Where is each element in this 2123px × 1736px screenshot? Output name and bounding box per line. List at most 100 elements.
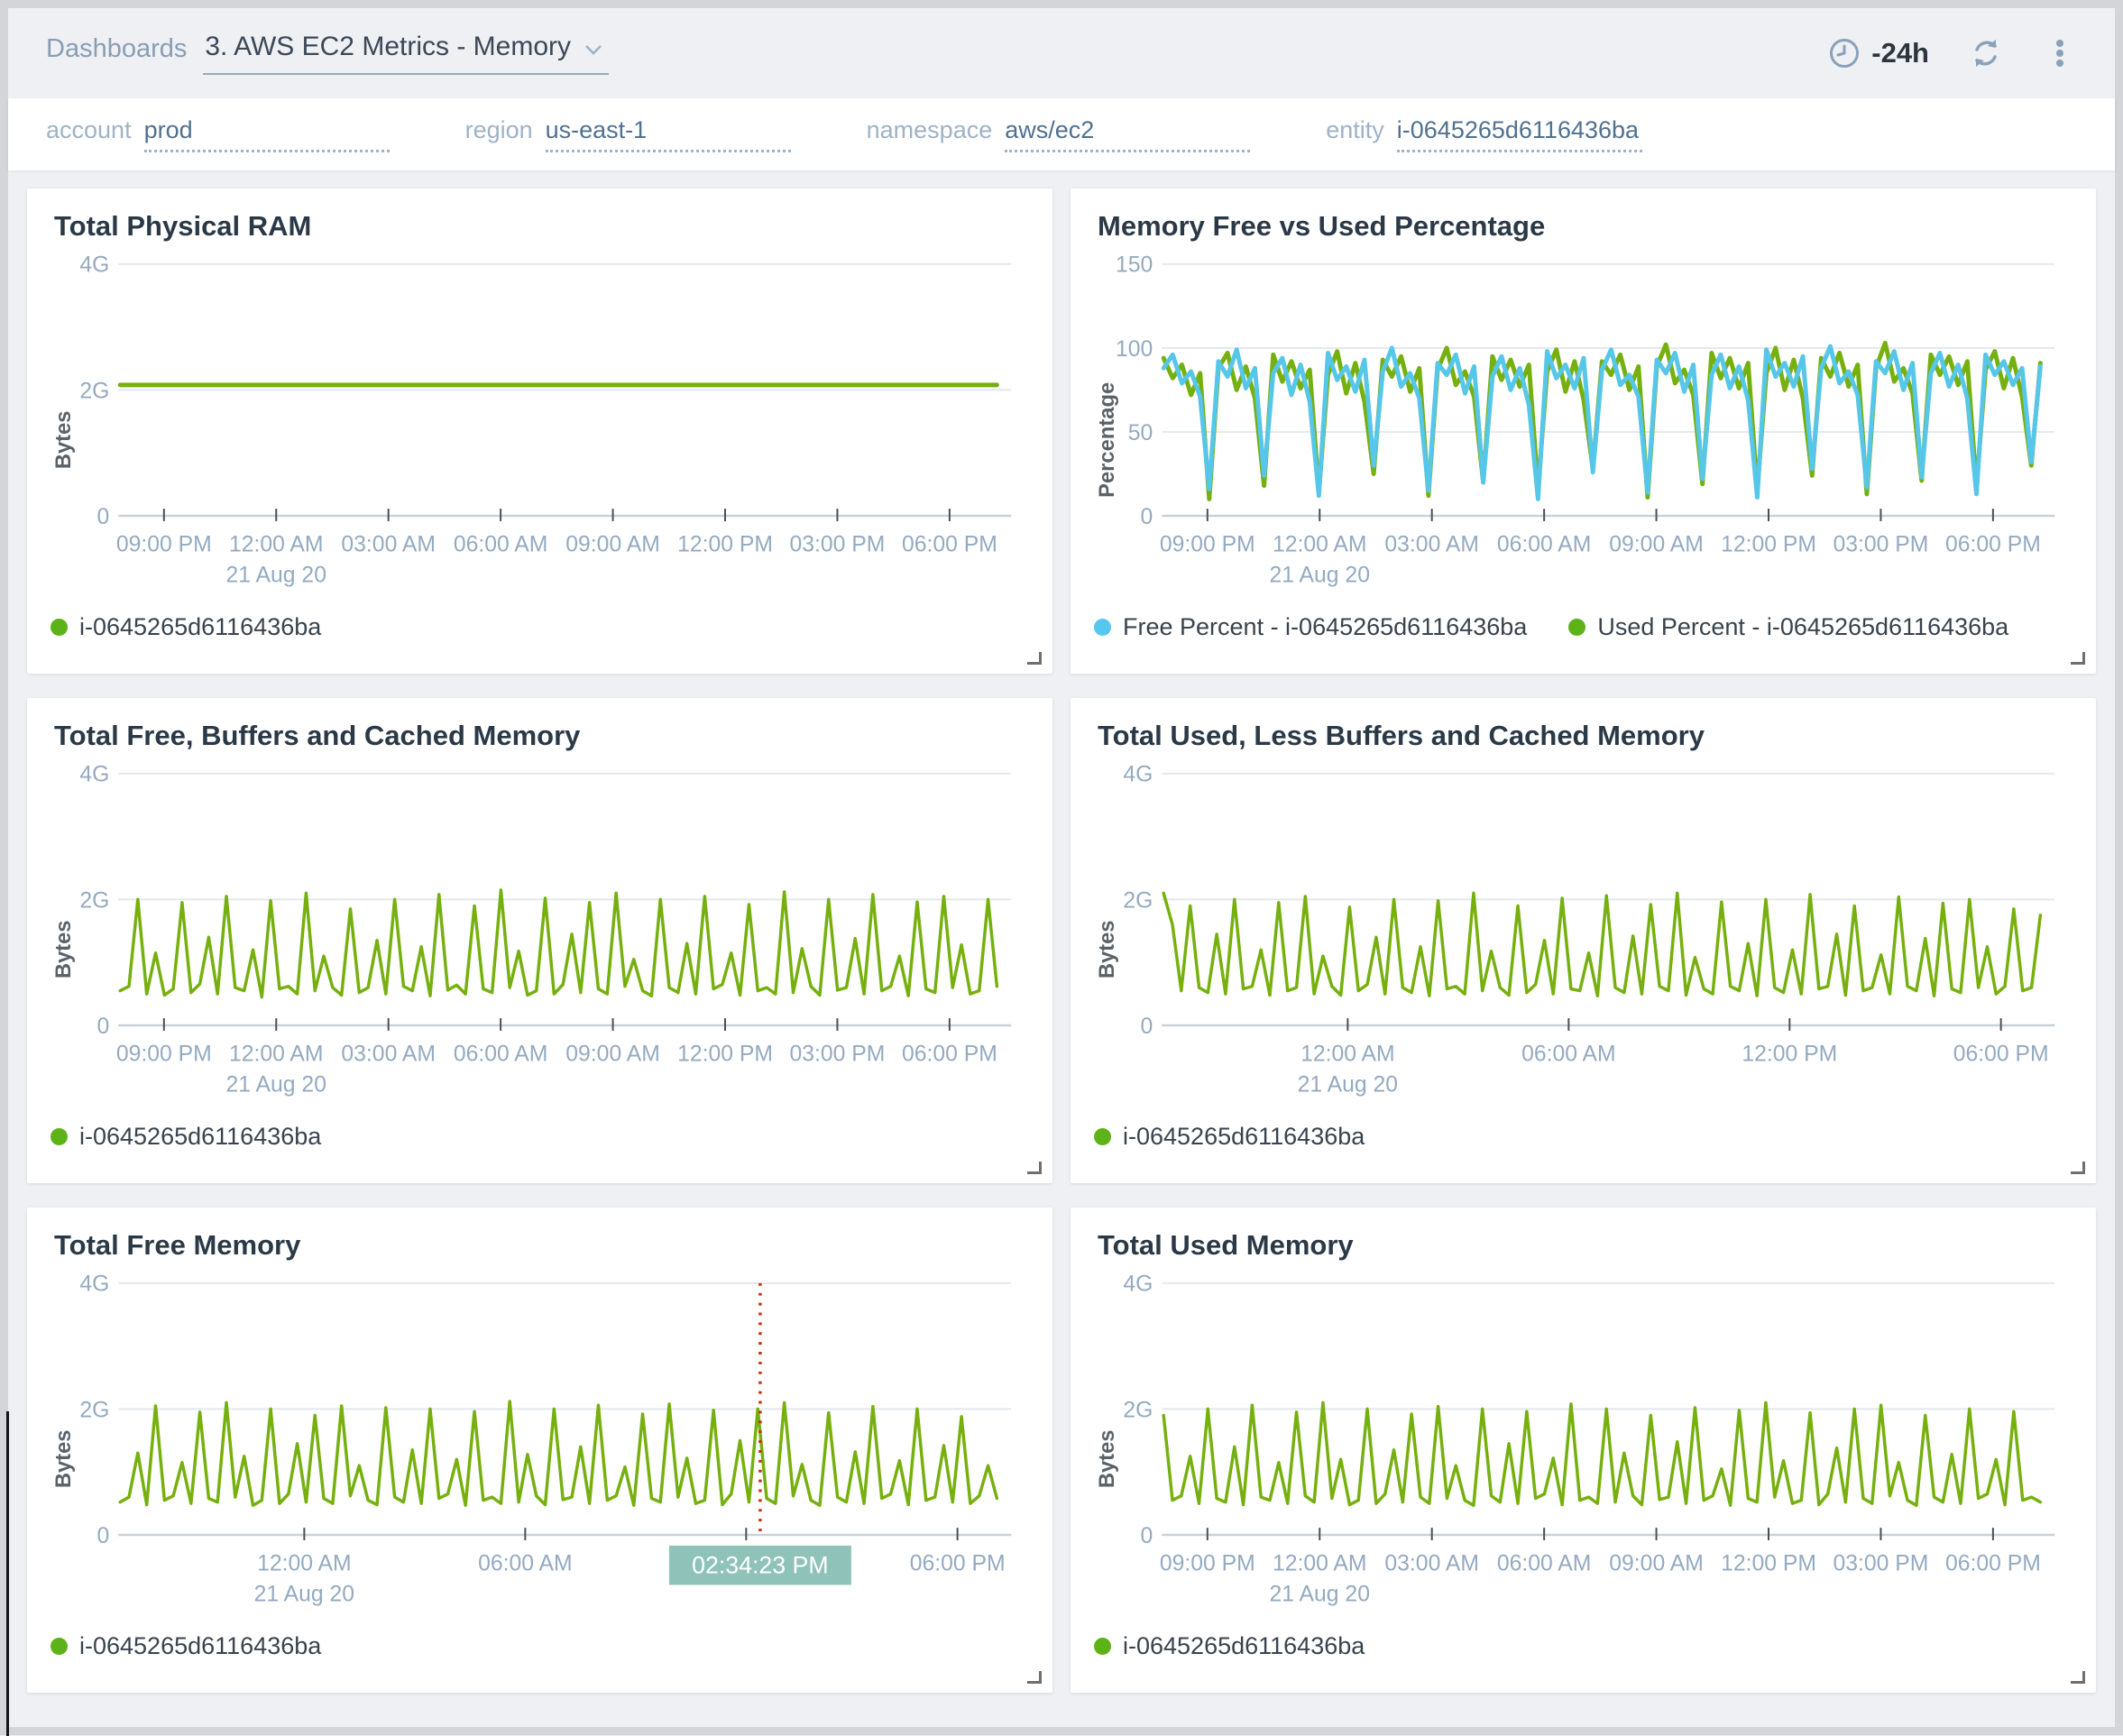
legend-item[interactable]: i-0645265d6116436ba — [51, 1632, 321, 1660]
svg-text:150: 150 — [1116, 253, 1153, 278]
chart-plot-area[interactable]: 0 2G 4G Bytes 09:00 PM 12:00 AM 21 Aug 20 03:00… — [49, 248, 1031, 598]
panel-resize-handle[interactable] — [1027, 1162, 1042, 1174]
panel-resize-handle[interactable] — [2071, 652, 2085, 665]
legend-item[interactable]: i-0645265d6116436ba — [1094, 1123, 1365, 1151]
chart-legend: Free Percent - i-0645265d6116436ba Used P… — [1094, 613, 2008, 641]
svg-text:0: 0 — [97, 1015, 110, 1039]
svg-text:Bytes: Bytes — [51, 411, 76, 470]
svg-text:12:00 AM: 12:00 AM — [257, 1552, 352, 1576]
panel-resize-handle[interactable] — [1027, 1671, 1042, 1684]
filter-entity-value[interactable]: i-0645265d6116436ba — [1396, 116, 1642, 152]
panel-resize-handle[interactable] — [2071, 1162, 2085, 1174]
chart-panel: Total Physical RAM 0 2G 4G Bytes 09:00 PM 12:… — [27, 188, 1052, 674]
svg-text:03:00 AM: 03:00 AM — [1384, 533, 1479, 557]
svg-text:03:00 PM: 03:00 PM — [1834, 533, 1929, 557]
chart-canvas[interactable]: 0 50 100 150 Percentage 09:00 PM 12:00 AM 21 Au… — [1092, 248, 2074, 598]
chart-title: Memory Free vs Used Percentage — [1098, 210, 1546, 242]
svg-text:06:00 PM: 06:00 PM — [902, 533, 997, 557]
chart-title: Total Used, Less Buffers and Cached Memo… — [1098, 720, 1705, 751]
filter-entity: entity i-0645265d6116436ba — [1326, 116, 1642, 152]
legend-item[interactable]: i-0645265d6116436ba — [1094, 1632, 1365, 1660]
legend-item[interactable]: Free Percent - i-0645265d6116436ba — [1094, 613, 1527, 641]
svg-text:06:00 PM: 06:00 PM — [902, 1043, 997, 1067]
svg-text:Bytes: Bytes — [1095, 921, 1119, 979]
chart-canvas[interactable]: 0 2G 4G Bytes 09:00 PM 12:00 AM 21 Aug 20 03:00… — [1092, 1267, 2074, 1617]
filter-account: account prod — [46, 116, 390, 152]
svg-text:12:00 PM: 12:00 PM — [1721, 1552, 1816, 1576]
filter-namespace-value[interactable]: aws/ec2 — [1005, 116, 1251, 152]
dashboard-title: 3. AWS EC2 Metrics - Memory — [205, 32, 571, 61]
kebab-menu-button[interactable] — [2043, 36, 2077, 70]
svg-text:0: 0 — [97, 505, 110, 529]
svg-text:4G: 4G — [79, 763, 109, 787]
svg-text:03:00 AM: 03:00 AM — [1384, 1552, 1479, 1576]
chart-plot-area[interactable]: 0 50 100 150 Percentage 09:00 PM 12:00 AM 21 Au… — [1092, 248, 2074, 598]
svg-text:12:00 AM: 12:00 AM — [1273, 533, 1367, 557]
chart-plot-area[interactable]: 02G4GBytes12:00 AM21 Aug 2006:00 AM12:00… — [1092, 758, 2074, 1107]
svg-text:06:00 AM: 06:00 AM — [1521, 1043, 1616, 1067]
svg-text:21 Aug 20: 21 Aug 20 — [1270, 1582, 1370, 1606]
svg-text:09:00 AM: 09:00 AM — [565, 533, 660, 557]
filter-region-label: region — [464, 116, 533, 143]
refresh-button[interactable] — [1969, 36, 2003, 70]
panel-resize-handle[interactable] — [2071, 1671, 2085, 1684]
svg-text:12:00 PM: 12:00 PM — [677, 533, 773, 557]
svg-text:0: 0 — [97, 1524, 110, 1548]
legend-label: i-0645265d6116436ba — [1123, 1632, 1365, 1659]
chart-canvas[interactable]: 0 2G 4G Bytes 09:00 PM 12:00 AM 21 Aug 20 03:00… — [49, 758, 1031, 1107]
chart-canvas[interactable]: 02G4GBytes12:00 AM21 Aug 2006:00 AM12:00… — [49, 1267, 1031, 1617]
chart-canvas[interactable]: 02G4GBytes12:00 AM21 Aug 2006:00 AM12:00… — [1092, 758, 2074, 1107]
svg-text:2G: 2G — [79, 1398, 109, 1422]
chart-legend: i-0645265d6116436ba — [1094, 1632, 1365, 1660]
svg-text:0: 0 — [1141, 1015, 1153, 1039]
filter-account-value[interactable]: prod — [143, 116, 390, 152]
svg-text:4G: 4G — [1123, 1272, 1153, 1297]
svg-text:09:00 PM: 09:00 PM — [1160, 533, 1255, 557]
header-actions: -24h — [1828, 36, 2077, 70]
svg-text:21 Aug 20: 21 Aug 20 — [1270, 563, 1370, 587]
svg-text:06:00 AM: 06:00 AM — [454, 1043, 548, 1067]
dashboards-label: Dashboards — [46, 34, 188, 63]
chart-plot-area[interactable]: 0 2G 4G Bytes 09:00 PM 12:00 AM 21 Aug 20 03:00… — [1092, 1267, 2074, 1617]
svg-text:4G: 4G — [1123, 763, 1153, 787]
svg-text:4G: 4G — [79, 253, 109, 278]
legend-item[interactable]: i-0645265d6116436ba — [51, 1123, 321, 1151]
page-scrollbar[interactable] — [6, 1411, 9, 1736]
legend-label: i-0645265d6116436ba — [79, 1632, 322, 1659]
svg-text:12:00 AM: 12:00 AM — [229, 1043, 324, 1067]
svg-text:09:00 PM: 09:00 PM — [1160, 1552, 1255, 1576]
legend-swatch-icon — [1094, 1638, 1111, 1655]
filter-entity-label: entity — [1326, 116, 1384, 143]
legend-label: i-0645265d6116436ba — [1123, 1123, 1365, 1150]
chart-panel: Total Used, Less Buffers and Cached Memo… — [1071, 698, 2096, 1183]
legend-item[interactable]: i-0645265d6116436ba — [51, 613, 321, 641]
svg-text:0: 0 — [1141, 1524, 1153, 1548]
svg-text:0: 0 — [1141, 505, 1153, 529]
refresh-icon — [1975, 40, 1997, 67]
filter-region-value[interactable]: us-east-1 — [545, 116, 791, 152]
chart-legend: i-0645265d6116436ba — [51, 1123, 321, 1151]
chart-title: Total Used Memory — [1098, 1229, 1354, 1261]
chart-plot-area[interactable]: 02G4GBytes12:00 AM21 Aug 2006:00 AM12:00… — [49, 1267, 1031, 1617]
legend-swatch-icon — [51, 1128, 68, 1145]
svg-text:09:00 AM: 09:00 AM — [565, 1043, 660, 1067]
chart-legend: i-0645265d6116436ba — [51, 613, 321, 641]
svg-text:2G: 2G — [79, 888, 109, 913]
svg-text:03:00 AM: 03:00 AM — [341, 533, 436, 557]
svg-text:09:00 AM: 09:00 AM — [1609, 533, 1704, 557]
svg-text:02:34:23 PM: 02:34:23 PM — [692, 1552, 829, 1579]
filter-account-label: account — [46, 116, 132, 143]
legend-label: i-0645265d6116436ba — [79, 1123, 322, 1150]
legend-item[interactable]: Used Percent - i-0645265d6116436ba — [1568, 613, 2008, 641]
chart-canvas[interactable]: 0 2G 4G Bytes 09:00 PM 12:00 AM 21 Aug 20 03:00… — [49, 248, 1031, 598]
time-range-button[interactable]: -24h — [1828, 37, 1929, 69]
svg-text:12:00 PM: 12:00 PM — [677, 1043, 773, 1067]
svg-text:09:00 PM: 09:00 PM — [116, 533, 212, 557]
panel-resize-handle[interactable] — [1027, 652, 1042, 665]
chart-plot-area[interactable]: 0 2G 4G Bytes 09:00 PM 12:00 AM 21 Aug 20 03:00… — [49, 758, 1031, 1107]
dashboard-selector[interactable]: 3. AWS EC2 Metrics - Memory — [203, 32, 609, 75]
svg-text:06:00 AM: 06:00 AM — [478, 1552, 573, 1576]
chart-title: Total Free, Buffers and Cached Memory — [54, 720, 581, 751]
svg-text:09:00 AM: 09:00 AM — [1609, 1552, 1704, 1576]
svg-text:Bytes: Bytes — [1095, 1430, 1119, 1489]
